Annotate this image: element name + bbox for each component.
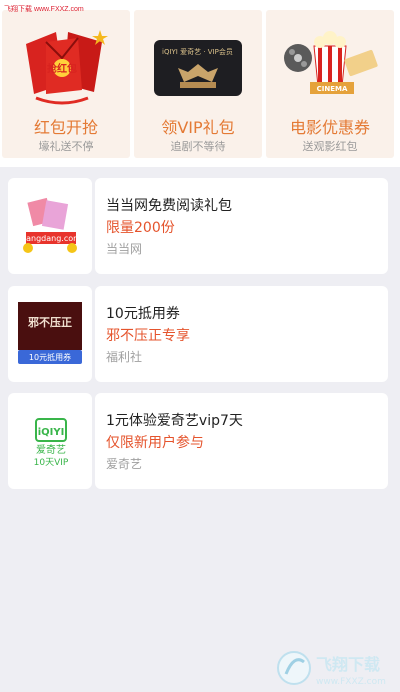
offer-card-iqiyi-vip[interactable]: iQIYI 爱奇艺 10天VIP 1元体验爱奇艺vip7天 仅限新用户参与 爱奇… [8,393,388,489]
tile-red-packet[interactable]: 抢红包 红包开抢 壕礼送不停 [2,10,130,158]
fxxz-url: www.FXXZ.com [316,677,386,687]
offer-thumbnail: dangdang.com [8,178,92,274]
tile-title: 领VIP礼包 [161,118,235,137]
red-packet-art-text: 抢红包 [47,62,77,75]
tile-subtitle: 壕礼送不停 [38,140,94,153]
cinema-label: CINEMA [317,85,348,93]
offer-source: 爱奇艺 [106,457,143,471]
offer-thumbnail: iQIYI 爱奇艺 10天VIP [8,393,92,489]
offer-info: 1元体验爱奇艺vip7天 仅限新用户参与 爱奇艺 [95,393,388,489]
fxxz-logo: 飞翔下载 www.FXXZ.com [277,651,386,687]
voucher-badge: 10元抵用券 [29,352,71,362]
category-panel: 抢红包 红包开抢 壕礼送不停 iQIYI 爱奇艺 · VIP会员 领VIP礼包 … [0,0,400,167]
iqiyi-logo-icon: iQIYI 爱奇艺 10天VIP [34,418,69,468]
tile-movie-coupon[interactable]: CINEMA 电影优惠券 送观影红包 [266,10,394,158]
offer-title: 1元体验爱奇艺vip7天 [106,413,243,429]
fxxz-brand: 飞翔下载 [316,655,380,674]
offer-thumbnail: 邪不压正 10元抵用券 [8,286,92,382]
offer-title: 10元抵用券 [106,306,180,322]
watermark-text: 飞翔下载 www.FXXZ.com [4,6,84,13]
red-packet-icon: 抢红包 [26,30,108,105]
cinema-icon: CINEMA [284,31,378,94]
iqiyi-name: 爱奇艺 [36,443,66,456]
offer-info: 10元抵用券 邪不压正专享 福利社 [95,286,388,382]
movie-poster-icon: 邪不压正 10元抵用券 [18,302,82,364]
movie-poster-text: 邪不压正 [27,315,72,329]
tile-subtitle: 送观影红包 [302,140,358,153]
vip-card-icon: iQIYI 爱奇艺 · VIP会员 [154,40,242,96]
offer-info: 当当网免费阅读礼包 限量200份 当当网 [95,178,388,274]
vip-card-text: iQIYI 爱奇艺 · VIP会员 [162,47,233,56]
offer-card-movie-voucher[interactable]: 邪不压正 10元抵用券 10元抵用券 邪不压正专享 福利社 [8,286,388,382]
offer-highlight: 仅限新用户参与 [106,435,204,451]
offer-source: 当当网 [106,242,143,256]
tile-title: 红包开抢 [33,118,98,137]
offer-highlight: 邪不压正专享 [106,328,190,344]
offer-card-dangdang[interactable]: dangdang.com 当当网免费阅读礼包 限量200份 当当网 [8,178,388,274]
tile-vip-pack[interactable]: iQIYI 爱奇艺 · VIP会员 领VIP礼包 追剧不等待 [134,10,262,158]
tile-title: 电影优惠券 [289,118,370,137]
dangdang-gift-icon: dangdang.com [21,197,81,253]
iqiyi-badge: 10天VIP [34,458,69,468]
offer-source: 福利社 [106,350,143,364]
offer-highlight: 限量200份 [106,220,175,236]
iqiyi-logo-text: iQIYI [38,427,65,438]
dangdang-thumb-text: dangdang.com [21,234,81,243]
offer-title: 当当网免费阅读礼包 [106,198,232,214]
tile-subtitle: 追剧不等待 [170,140,226,153]
